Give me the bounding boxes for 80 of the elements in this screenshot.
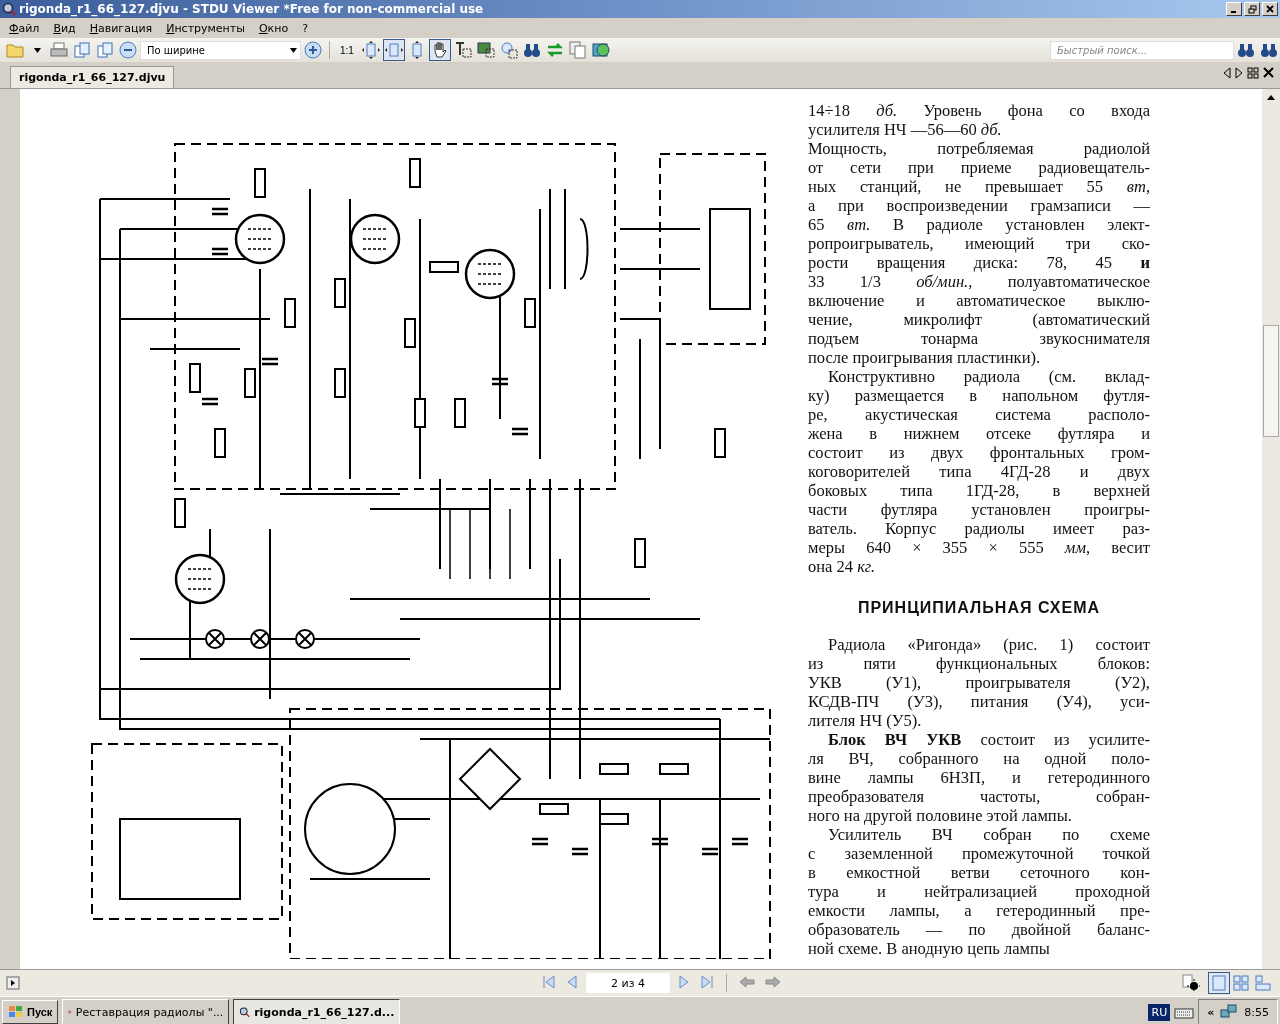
copy-icon — [568, 41, 587, 59]
globe-icon — [591, 41, 610, 59]
menu-item[interactable]: Навигация — [82, 21, 160, 35]
last-page-icon — [700, 974, 714, 989]
forward-arrow-icon — [765, 976, 781, 988]
caret-icon — [33, 47, 41, 53]
single-page-icon — [1211, 975, 1227, 991]
zoom-in-icon — [304, 41, 322, 59]
start-button[interactable]: Пуск — [2, 1000, 59, 1024]
close-button[interactable] — [1262, 2, 1278, 16]
grid-pages-icon — [1233, 975, 1249, 991]
paragraph: Усилитель ВЧ собран по схеме с заземленной промежуточной точкой в емкостной ветви сеточного кон- тура и нейтрализацией проходной емкости лампы, а гетеродинный пре- образователь — по двойной баланс- ной схеме. В анодную цепь лампы — [808, 825, 1150, 958]
vertical-scrollbar[interactable] — [1262, 89, 1280, 969]
tab-left-icon[interactable] — [1223, 67, 1231, 79]
text-select-icon — [453, 41, 472, 59]
rotate-page-icon — [73, 41, 91, 59]
image-select-button[interactable] — [474, 39, 497, 61]
zoom-out-button[interactable] — [117, 39, 139, 61]
scroll-up-icon[interactable] — [1267, 94, 1275, 100]
magnifier-app-icon — [2, 2, 16, 16]
close-icon[interactable] — [1263, 67, 1274, 78]
image-select-icon — [476, 41, 495, 59]
hand-button[interactable] — [428, 39, 451, 61]
folder-icon — [6, 42, 24, 58]
sidebar-toggle-icon[interactable] — [6, 976, 20, 990]
next-icon — [678, 974, 690, 989]
rotate-right-button[interactable] — [71, 39, 93, 61]
previous-icon — [566, 974, 578, 989]
scrollbar-thumb[interactable] — [1263, 325, 1279, 437]
paragraph: Радиола «Ригонда» (рис. 1) состоит из пяти функциональных блоков: УКВ (У1), проигрывателя (У2), КСДВ-ПЧ (У3), питания (У4), уси- лителя НЧ (У5). — [808, 635, 1150, 730]
windows-logo-icon — [8, 1005, 24, 1019]
menu-item[interactable]: Вид — [46, 21, 83, 35]
menu-item[interactable]: ? — [295, 21, 315, 35]
caret-icon — [290, 47, 297, 53]
quick-search-field[interactable]: Быстрый поиск... — [1050, 40, 1234, 60]
section-heading: ПРИНЦИПИАЛЬНАЯ СХЕМА — [856, 598, 1102, 617]
binoculars-icon — [522, 42, 541, 58]
binoculars-icon — [1260, 42, 1278, 58]
restore-icon — [1247, 4, 1257, 14]
network-icon[interactable] — [1220, 1004, 1239, 1020]
paragraph: Блок ВЧ УКВ состоит из усилите- ля ВЧ, собранного на одной поло- вине лампы 6Н3П, и гетеродинного преобразователя частоты, собран- ного на другой половине этой лампы. — [808, 730, 1150, 825]
brightness-icon[interactable] — [1182, 974, 1200, 992]
close-icon — [1266, 5, 1274, 13]
single-view-button[interactable] — [1208, 972, 1230, 994]
taskbar-button[interactable]: Реставрация радиолы "... — [62, 999, 230, 1024]
taskbar-button[interactable]: rigonda_r1_66_127.d... — [233, 999, 401, 1024]
document-tab[interactable]: rigonda_r1_66_127.djvu — [10, 66, 175, 88]
keyboard-icon[interactable] — [1174, 1005, 1195, 1019]
minimize-button[interactable] — [1226, 2, 1242, 16]
language-indicator[interactable]: RU — [1148, 1003, 1171, 1021]
actual-size-button[interactable]: 1:1 — [335, 39, 359, 61]
zoom-out-icon — [119, 41, 137, 59]
zoom-dropdown[interactable]: По ширине — [140, 40, 301, 60]
paragraph: Мощность, потребляемая радиолой от сети при приеме радиовещатель- ных станций, не превышает 55 вт, а при воспроизведении грамзаписи — 65 вт. В радиоле установлен элект- ропроигрыватель, имеющий три ско- рости вращения диска: 78, 45 и 33 1/3 об/мин., полуавтоматическое включение и автоматическое выклю- чение, микролифт (автоматический подъем тонарма звукоснимателя после проигрывания пластинки). — [808, 139, 1150, 367]
fit-width-icon — [384, 41, 403, 59]
zoom-select-icon — [499, 41, 518, 59]
window-title: rigonda_r1_66_127.djvu - STDU Viewer *Free for non-commercial use — [19, 2, 484, 16]
menu-item[interactable]: Инструменты — [159, 21, 252, 35]
first-page-icon — [542, 974, 556, 989]
paragraph: 14÷18 дб. Уровень фона со входа усилителя НЧ —56—60 дб. — [808, 101, 1150, 139]
rotate-page-icon — [96, 41, 114, 59]
show-hidden-icons-button[interactable]: « — [1207, 1005, 1215, 1019]
page-number-field[interactable]: 2 из 4 — [586, 973, 670, 993]
binoculars-icon — [1237, 42, 1255, 58]
magnifier-app-icon — [239, 1004, 251, 1020]
menu-item[interactable]: Окно — [251, 21, 296, 35]
restore-button[interactable] — [1244, 2, 1260, 16]
split-pages-icon — [1255, 975, 1271, 991]
back-arrow-icon — [739, 976, 755, 988]
printer-icon — [50, 42, 68, 58]
zoom-in-button[interactable] — [302, 39, 324, 61]
clock: 8:55 — [1244, 1005, 1269, 1019]
fit-page-icon — [361, 41, 380, 59]
tab-list-icon[interactable] — [1247, 67, 1259, 79]
paragraph: Конструктивно радиола (см. вклад- ку) размещается в напольном футля- ре, акустическая система располо- жена в нижнем отсеке футляра и состоит из двух фронтальных гром- коговорителей типа 4ГД-28 и двух боковых типа 1ГД-28, в верхней части футляра установлен проигры- ватель. Корпус радиолы имеет раз- меры 640 × 355 × 555 мм, весит она 24 кг. — [808, 367, 1150, 576]
fit-width-button[interactable] — [382, 39, 405, 61]
tab-right-icon[interactable] — [1235, 67, 1243, 79]
swap-arrows-icon — [545, 43, 564, 57]
menu-item[interactable]: Файл — [2, 21, 47, 35]
rotate-left-button[interactable] — [94, 39, 116, 61]
